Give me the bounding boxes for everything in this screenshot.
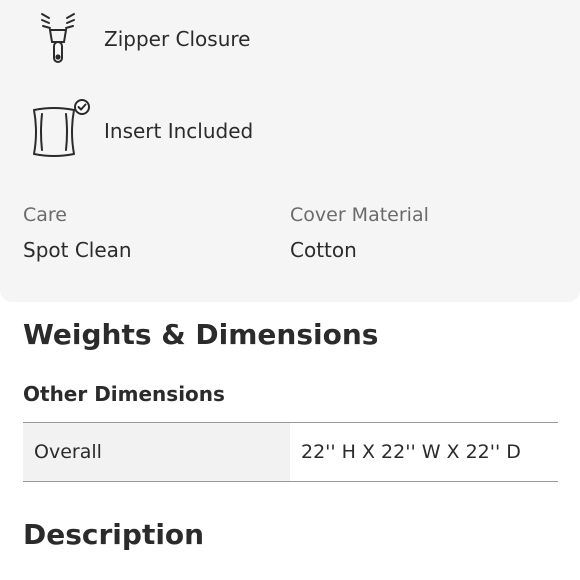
subsection-title-other-dimensions: Other Dimensions [23, 382, 225, 406]
feature-insert-included: Insert Included [0, 98, 580, 168]
dimension-value: 22'' H X 22'' W X 22'' D [301, 441, 521, 463]
feature-zipper-closure: Zipper Closure [0, 8, 580, 78]
dimension-row-value-cell: 22'' H X 22'' W X 22'' D [290, 423, 558, 481]
dimension-label: Overall [34, 441, 102, 463]
feature-label: Insert Included [104, 119, 254, 143]
dimensions-table: Overall 22'' H X 22'' W X 22'' D [23, 422, 558, 482]
pillow-insert-icon [28, 98, 96, 164]
spec-value: Cotton [290, 238, 357, 262]
dimension-row-label-cell: Overall [23, 423, 290, 481]
feature-label: Zipper Closure [104, 27, 251, 51]
spec-value: Spot Clean [23, 238, 132, 262]
spec-key: Cover Material [290, 204, 429, 226]
section-title-weights-dimensions: Weights & Dimensions [23, 318, 379, 351]
section-title-description: Description [23, 518, 205, 551]
spec-key: Care [23, 204, 67, 226]
spec-cover-material: Cover Material Cotton [290, 204, 429, 262]
zipper-icon [38, 12, 78, 76]
product-features-panel: Zipper Closure Insert Included Care Spot… [0, 0, 580, 302]
spec-care: Care Spot Clean [23, 204, 132, 262]
